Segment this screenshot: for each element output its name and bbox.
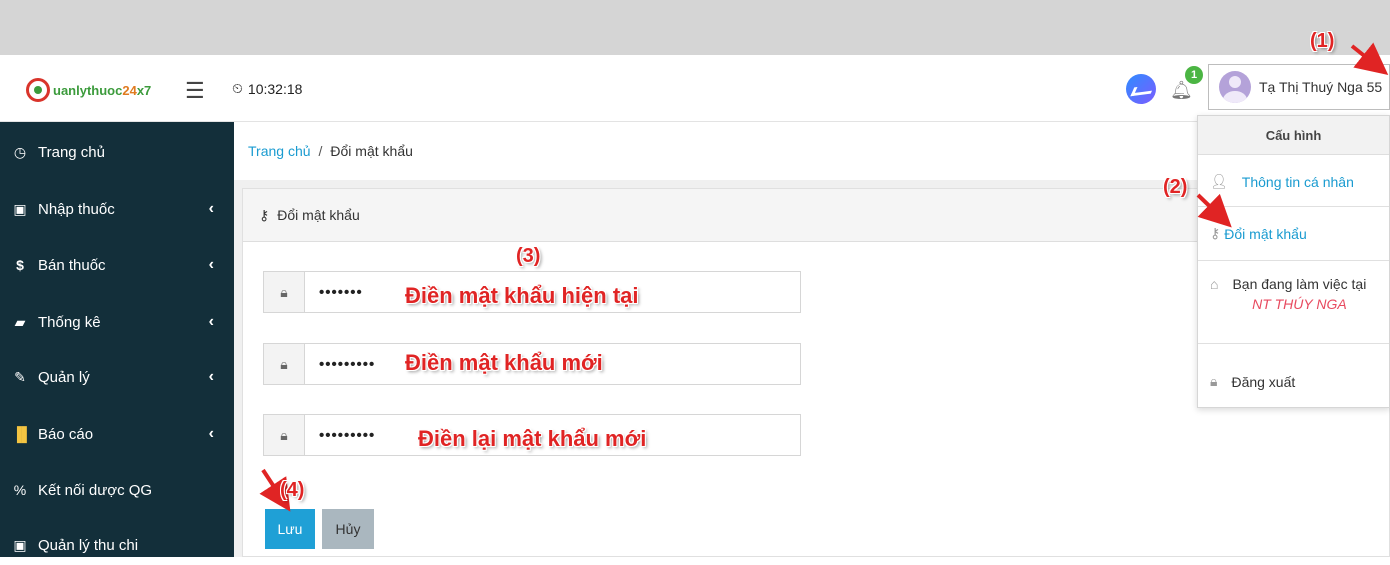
annotation-step1: (1) bbox=[1310, 30, 1335, 52]
workplace-name: NT THÚY NGA bbox=[1252, 296, 1347, 312]
clock-icon: ⏲ bbox=[232, 80, 243, 96]
key-icon: ⚷ bbox=[1210, 225, 1221, 241]
lock-icon: 🔒︎ bbox=[264, 272, 305, 312]
bar-chart-icon: ▐▌ bbox=[12, 426, 32, 442]
save-button[interactable]: Lưu bbox=[265, 509, 315, 549]
money-icon: ▣ bbox=[13, 536, 27, 553]
sidebar-item-label: Quản lý bbox=[38, 368, 90, 386]
hint-new-password: Điền mật khẩu mới bbox=[405, 350, 603, 375]
sidebar-item-label: Bán thuốc bbox=[38, 256, 106, 274]
avatar bbox=[1219, 71, 1251, 103]
menu-item-profile[interactable]: 👤︎ Thông tin cá nhân bbox=[1210, 173, 1354, 190]
dropdown-divider bbox=[1198, 343, 1389, 344]
menu-item-label: Thông tin cá nhân bbox=[1241, 173, 1354, 190]
breadcrumb-separator: / bbox=[318, 143, 323, 159]
user-dropdown-menu bbox=[1197, 115, 1390, 408]
menu-item-label: Đăng xuất bbox=[1231, 373, 1296, 390]
clock-time: 10:32:18 bbox=[247, 80, 303, 97]
workplace-info: Bạn đang làm việc tại NT THÚY NGA bbox=[1232, 276, 1366, 312]
sidebar-item-label: Trang chủ bbox=[38, 143, 105, 161]
chevron-left-icon: ‹ bbox=[208, 425, 214, 442]
sidebar-item-statistics[interactable]: ▰ Thống kê ‹ bbox=[0, 302, 234, 342]
import-icon: ▣ bbox=[13, 200, 27, 217]
dropdown-divider bbox=[1198, 260, 1389, 261]
home-icon: ⌂ bbox=[1210, 276, 1219, 292]
chevron-left-icon: ‹ bbox=[208, 256, 214, 273]
sidebar-item-home[interactable]: ◷ Trang chủ bbox=[0, 132, 234, 172]
sidebar-item-label: Báo cáo bbox=[38, 425, 94, 443]
notification-badge: 1 bbox=[1185, 66, 1203, 84]
sidebar-item-import[interactable]: ▣ Nhập thuốc ‹ bbox=[0, 189, 234, 229]
chevron-left-icon: ‹ bbox=[208, 313, 214, 330]
menu-item-logout[interactable]: 🔒︎ Đăng xuất bbox=[1210, 373, 1295, 390]
hamburger-icon[interactable]: ☰ bbox=[185, 78, 205, 104]
breadcrumb-home-link[interactable]: Trang chủ bbox=[248, 143, 311, 159]
lock-icon: 🔒︎ bbox=[264, 344, 305, 384]
edit-icon: ✎ bbox=[14, 368, 26, 385]
dashboard-icon: ◷ bbox=[13, 143, 27, 160]
hint-current-password: Điền mật khẩu hiện tại bbox=[405, 283, 639, 308]
user-menu-toggle[interactable]: Tạ Thị Thuý Nga 55 bbox=[1208, 64, 1390, 110]
hint-confirm-password: Điền lại mật khẩu mới bbox=[418, 426, 647, 451]
sidebar-item-label: Nhập thuốc bbox=[38, 200, 115, 218]
sidebar-item-label: Thống kê bbox=[38, 313, 101, 331]
annotation-step4: (4) bbox=[280, 479, 305, 501]
sidebar-item-national-connect[interactable]: % Kết nối dược QG bbox=[0, 470, 234, 510]
menu-item-label: Đổi mật khẩu bbox=[1224, 225, 1307, 242]
menu-item-workplace: ⌂ Bạn đang làm việc tại NT THÚY NGA bbox=[1210, 276, 1366, 312]
cancel-button[interactable]: Hủy bbox=[322, 509, 374, 549]
sidebar-item-label: Kết nối dược QG bbox=[38, 481, 153, 499]
messenger-icon[interactable] bbox=[1126, 74, 1156, 104]
folder-icon: ▰ bbox=[14, 313, 26, 330]
sidebar-item-sales[interactable]: $ Bán thuốc ‹ bbox=[0, 245, 234, 285]
card-title: Đổi mật khẩu bbox=[277, 207, 360, 223]
sidebar-item-reports[interactable]: ▐▌ Báo cáo ‹ bbox=[0, 414, 234, 454]
sidebar-item-label: Quản lý thu chi bbox=[38, 536, 139, 554]
sidebar: ◷ Trang chủ ▣ Nhập thuốc ‹ $ Bán thuốc ‹… bbox=[0, 122, 234, 557]
clock: ⏲ 10:32:18 bbox=[232, 80, 302, 97]
dollar-icon: $ bbox=[16, 257, 24, 273]
user-icon: 👤︎ bbox=[1210, 173, 1228, 189]
annotation-step3: (3) bbox=[516, 245, 541, 267]
sidebar-item-finance[interactable]: ▣ Quản lý thu chi bbox=[0, 525, 234, 565]
menu-item-change-password[interactable]: ⚷ Đổi mật khẩu bbox=[1210, 225, 1307, 242]
logo-text: uanlythuoc24x7 bbox=[53, 82, 152, 98]
logo-icon bbox=[26, 78, 50, 102]
app-logo[interactable]: uanlythuoc24x7 bbox=[26, 76, 151, 104]
breadcrumb-current: Đổi mật khẩu bbox=[330, 143, 413, 159]
user-name: Tạ Thị Thuý Nga 55 bbox=[1259, 79, 1383, 95]
key-icon: ⚷ bbox=[259, 206, 270, 223]
breadcrumb: Trang chủ / Đổi mật khẩu bbox=[234, 122, 1197, 180]
workplace-label: Bạn đang làm việc tại bbox=[1232, 276, 1367, 292]
dropdown-divider bbox=[1198, 206, 1389, 207]
lock-icon: 🔒︎ bbox=[264, 415, 305, 455]
top-gray-bar bbox=[0, 0, 1390, 55]
annotation-step2: (2) bbox=[1163, 176, 1188, 198]
sidebar-item-manage[interactable]: ✎ Quản lý ‹ bbox=[0, 357, 234, 397]
chevron-left-icon: ‹ bbox=[208, 200, 214, 217]
chevron-left-icon: ‹ bbox=[208, 368, 214, 385]
dropdown-header: Cấu hình bbox=[1198, 116, 1389, 155]
link-icon: % bbox=[13, 482, 27, 498]
lock-icon: 🔒︎ bbox=[1210, 373, 1218, 389]
